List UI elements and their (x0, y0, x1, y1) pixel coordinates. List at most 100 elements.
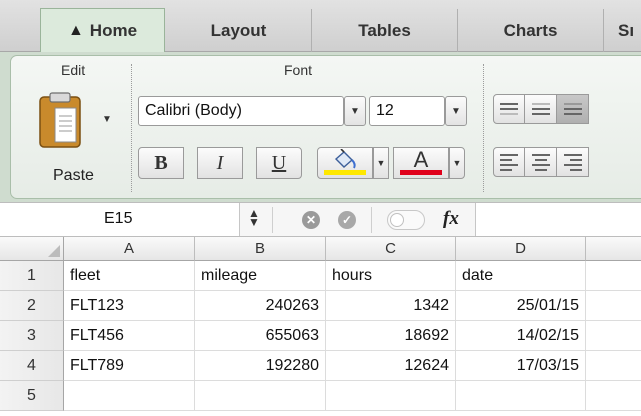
cell-a3[interactable]: FLT456 (64, 321, 195, 351)
underline-label: U (271, 151, 287, 174)
font-color-dropdown[interactable]: ▼ (449, 147, 465, 179)
font-name-value: Calibri (Body) (145, 102, 242, 119)
column-header-c[interactable]: C (326, 237, 456, 261)
group-divider (131, 64, 132, 192)
row-header-1[interactable]: 1 (0, 261, 64, 291)
row-header-5[interactable]: 5 (0, 381, 64, 411)
chevron-down-icon: ▼ (248, 215, 260, 229)
font-name-select[interactable]: Calibri (Body) (138, 96, 344, 126)
ribbon: Edit ▼ Paste Font Calibri (Body) ▼ 12 ▼ … (0, 52, 641, 202)
tab-smartart[interactable]: Sı (604, 9, 641, 52)
cell-e5[interactable] (586, 381, 641, 411)
paste-dropdown-arrow[interactable]: ▼ (102, 114, 112, 125)
cell-c3[interactable]: 18692 (326, 321, 456, 351)
cell-b3[interactable]: 655063 (195, 321, 326, 351)
cell-c2[interactable]: 1342 (326, 291, 456, 321)
column-header-d[interactable]: D (456, 237, 586, 261)
cancel-icon[interactable]: ✕ (302, 211, 320, 229)
font-size-value: 12 (376, 102, 394, 119)
align-top-button[interactable] (493, 94, 525, 124)
fx-icon[interactable]: fx (443, 208, 459, 230)
cell-e1[interactable] (586, 261, 641, 291)
cell-a4[interactable]: FLT789 (64, 351, 195, 381)
column-header-label: D (515, 240, 526, 257)
row-header-2[interactable]: 2 (0, 291, 64, 321)
column-header-label: C (385, 240, 396, 257)
insert-function-toggle[interactable] (387, 210, 425, 230)
cell-c1[interactable]: hours (326, 261, 456, 291)
cell-d2[interactable]: 25/01/15 (456, 291, 586, 321)
italic-label: I (216, 151, 224, 174)
tab-home[interactable]: ▲ Home (40, 8, 165, 53)
chevron-down-icon: ▼ (376, 158, 386, 168)
chevron-down-icon: ▼ (451, 105, 461, 117)
row-header-label: 2 (27, 296, 36, 314)
name-box-stepper[interactable]: ▲ ▼ (248, 207, 260, 229)
cell-c4[interactable]: 12624 (326, 351, 456, 381)
highlight-color-dropdown[interactable]: ▼ (373, 147, 389, 179)
confirm-icon[interactable]: ✓ (338, 211, 356, 229)
column-header-label: B (254, 240, 265, 257)
highlight-color-button[interactable] (317, 147, 373, 179)
name-box[interactable]: E15 (0, 203, 240, 236)
cell-b1[interactable]: mileage (195, 261, 326, 291)
font-color-button[interactable]: A (393, 147, 449, 179)
chevron-down-icon: ▼ (452, 158, 462, 168)
row-header-4[interactable]: 4 (0, 351, 64, 381)
font-name-dropdown-button[interactable]: ▼ (344, 96, 366, 126)
cell-d5[interactable] (456, 381, 586, 411)
cell-b5[interactable] (195, 381, 326, 411)
tab-charts[interactable]: Charts (458, 9, 604, 52)
cell-e4[interactable] (586, 351, 641, 381)
font-group-label: Font (284, 62, 313, 78)
column-header-a[interactable]: A (64, 237, 195, 261)
cell-e2[interactable] (586, 291, 641, 321)
home-icon: ▲ (67, 22, 84, 39)
cell-a5[interactable] (64, 381, 195, 411)
toggle-knob (390, 213, 404, 227)
column-header-label: A (123, 240, 134, 257)
row-header-label: 5 (27, 386, 36, 404)
edit-group-label: Edit (61, 62, 86, 78)
font-size-select[interactable]: 12 (369, 96, 445, 126)
cell-d1[interactable]: date (456, 261, 586, 291)
column-header-b[interactable]: B (195, 237, 326, 261)
tab-tables-label: Tables (358, 20, 411, 40)
cell-b2[interactable]: 240263 (195, 291, 326, 321)
cell-e3[interactable] (586, 321, 641, 351)
cell-b4[interactable]: 192280 (195, 351, 326, 381)
clipboard-icon (39, 92, 81, 148)
font-size-dropdown-button[interactable]: ▼ (445, 96, 467, 126)
sheet-grid: A B C D 1 fleet mileage hours date 2 FLT… (0, 237, 641, 416)
row-header-label: 3 (27, 326, 36, 344)
align-middle-button[interactable] (525, 94, 557, 124)
align-right-button[interactable] (557, 147, 589, 177)
select-all-button[interactable] (0, 237, 64, 261)
align-bottom-button[interactable] (557, 94, 589, 124)
tab-layout-label: Layout (210, 20, 267, 40)
underline-button[interactable]: U (256, 147, 302, 179)
group-divider (483, 64, 484, 192)
tab-charts-label: Charts (503, 20, 558, 40)
cell-a1[interactable]: fleet (64, 261, 195, 291)
paste-button[interactable] (39, 92, 81, 148)
cell-d3[interactable]: 14/02/15 (456, 321, 586, 351)
row-header-3[interactable]: 3 (0, 321, 64, 351)
name-box-value: E15 (104, 210, 133, 227)
cell-c5[interactable] (326, 381, 456, 411)
paste-label: Paste (53, 167, 94, 184)
cell-d4[interactable]: 17/03/15 (456, 351, 586, 381)
tab-tables[interactable]: Tables (312, 9, 458, 52)
formula-input[interactable] (475, 203, 641, 236)
tab-smartart-label: Sı (618, 20, 635, 40)
tab-layout[interactable]: Layout (166, 9, 312, 52)
bold-button[interactable]: B (138, 147, 184, 179)
formula-bar-divider (371, 207, 372, 233)
column-header-e[interactable] (586, 237, 641, 261)
paint-bucket-icon (334, 149, 356, 169)
align-center-button[interactable] (525, 147, 557, 177)
cell-a2[interactable]: FLT123 (64, 291, 195, 321)
row-header-label: 4 (27, 356, 36, 374)
align-left-button[interactable] (493, 147, 525, 177)
italic-button[interactable]: I (197, 147, 243, 179)
